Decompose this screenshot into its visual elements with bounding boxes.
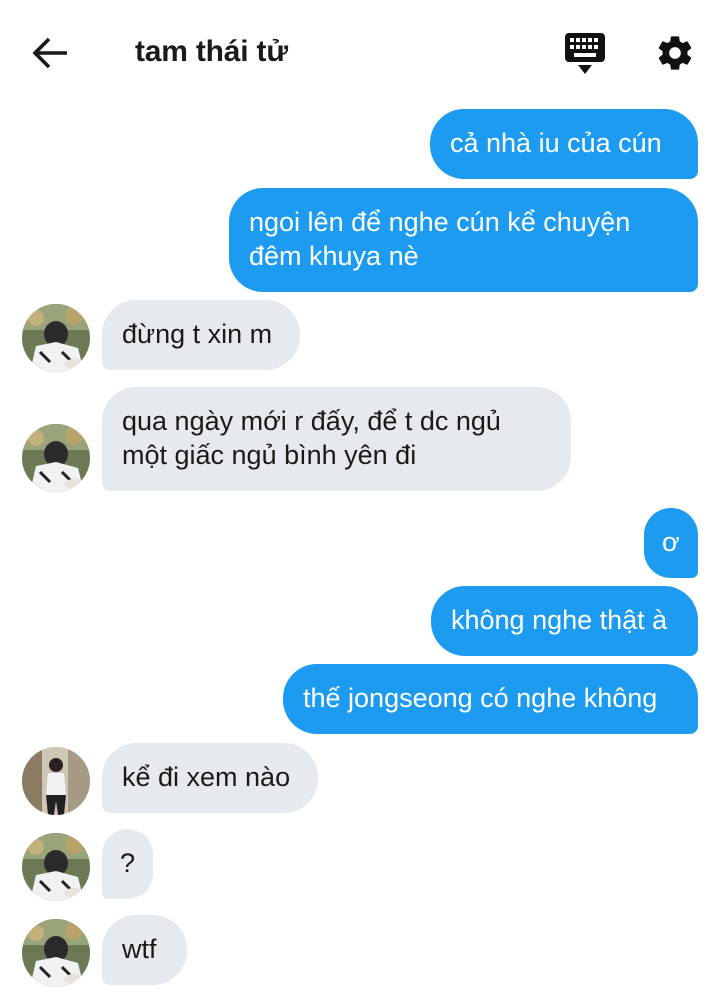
gear-icon bbox=[658, 36, 692, 70]
keyboard-button[interactable] bbox=[564, 32, 606, 76]
avatar[interactable] bbox=[22, 919, 90, 987]
back-button[interactable] bbox=[30, 34, 70, 72]
keyboard-icon bbox=[565, 33, 605, 74]
settings-button[interactable] bbox=[655, 33, 695, 73]
incoming-message[interactable]: qua ngày mới r đấy, để t dc ngủ một giấc… bbox=[102, 387, 571, 491]
outgoing-message[interactable]: không nghe thật à bbox=[431, 586, 698, 656]
avatar[interactable] bbox=[22, 304, 90, 372]
chat-header: tam thái tử bbox=[0, 0, 719, 104]
chat-screen: tam thái tử cả nhà iu của cún ngoi lên đ… bbox=[0, 0, 719, 999]
outgoing-message[interactable]: cả nhà iu của cún bbox=[430, 109, 698, 179]
avatar[interactable] bbox=[22, 424, 90, 492]
avatar[interactable] bbox=[22, 747, 90, 815]
outgoing-message[interactable]: ngoi lên để nghe cún kể chuyện đêm khuya… bbox=[229, 188, 698, 292]
incoming-message[interactable]: ? bbox=[102, 829, 153, 899]
outgoing-message[interactable]: thế jongseong có nghe không bbox=[283, 664, 698, 734]
avatar[interactable] bbox=[22, 833, 90, 901]
outgoing-message[interactable]: ơ bbox=[644, 508, 698, 578]
arrow-left-icon bbox=[32, 37, 67, 69]
incoming-message[interactable]: wtf bbox=[102, 915, 187, 985]
conversation-title: tam thái tử bbox=[135, 35, 288, 68]
incoming-message[interactable]: đừng t xin m bbox=[102, 300, 300, 370]
incoming-message[interactable]: kể đi xem nào bbox=[102, 743, 318, 813]
